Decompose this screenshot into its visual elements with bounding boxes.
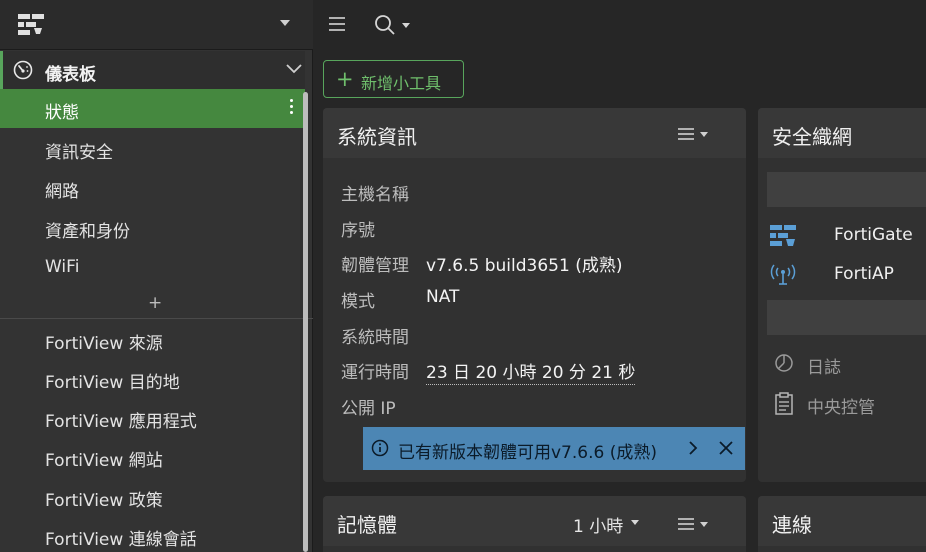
- sidebar-item-assets-identity[interactable]: 資產和身份: [0, 208, 305, 247]
- sidebar-item-label: 資訊安全: [45, 143, 113, 163]
- mode-value: NAT: [426, 287, 460, 307]
- sidebar-item-fortiview-sources[interactable]: FortiView 來源: [0, 320, 305, 359]
- widget-title: 記憶體: [337, 513, 397, 537]
- serial-label: 序號: [341, 221, 375, 241]
- sidebar-item-wifi[interactable]: WiFi: [0, 248, 305, 287]
- sidebar-item-security[interactable]: 資訊安全: [0, 129, 305, 168]
- top-bar: [313, 0, 926, 50]
- widget-title: 系統資訊: [337, 125, 417, 149]
- widget-header: 記憶體 1 小時: [323, 496, 746, 546]
- sidebar-item-fortiview-sessions[interactable]: FortiView 連線會話: [0, 516, 305, 552]
- sidebar-item-label: FortiView 連線會話: [45, 530, 197, 550]
- system-info-widget: 系統資訊 主機名稱 序號 韌體管理 v7.6.5 build3651 (成熟) …: [323, 108, 746, 482]
- sidebar-item-fortiview-destinations[interactable]: FortiView 目的地: [0, 359, 305, 398]
- firmware-update-notification[interactable]: 已有新版本韌體可用v7.6.6 (成熟): [363, 427, 745, 470]
- fortinet-logo: [18, 14, 44, 35]
- add-widget-button[interactable]: + 新增小工具: [323, 60, 464, 98]
- sidebar-section-dashboard[interactable]: 儀表板: [0, 51, 305, 89]
- device-label: FortiGate: [834, 225, 913, 245]
- sidebar-item-label: WiFi: [45, 257, 80, 277]
- sidebar-item-label: FortiView 來源: [45, 334, 163, 354]
- connections-widget: 連線: [758, 496, 926, 552]
- uptime-value[interactable]: 23 日 20 小時 20 分 21 秒: [426, 358, 636, 385]
- device-label: FortiAP: [834, 264, 894, 284]
- sidebar-item-label: FortiView 目的地: [45, 373, 180, 393]
- fabric-section-bar: [767, 300, 926, 335]
- widget-menu-icon[interactable]: [677, 517, 709, 531]
- sidebar-item-fortiview-applications[interactable]: FortiView 應用程式: [0, 398, 305, 437]
- close-icon[interactable]: [717, 439, 735, 457]
- dashboard-gauge-icon: [13, 60, 33, 80]
- sidebar-item-label: 狀態: [45, 103, 79, 123]
- security-fabric-widget: 安全織網 FortiGate FortiAP 日誌 中央控管: [758, 108, 926, 482]
- widget-title: 安全織網: [772, 125, 852, 149]
- sidebar-item-label: FortiView 政策: [45, 491, 163, 511]
- widget-header: 系統資訊: [323, 108, 746, 158]
- sidebar-scrollbar[interactable]: [303, 92, 308, 552]
- notification-text: 已有新版本韌體可用v7.6.6 (成熟): [398, 443, 657, 463]
- firmware-label: 韌體管理: [341, 256, 409, 276]
- brand-dropdown-caret-icon[interactable]: [280, 20, 290, 26]
- caret-down-icon[interactable]: [631, 520, 639, 525]
- add-dashboard-button[interactable]: +: [148, 293, 162, 313]
- sidebar-item-fortiview-policies[interactable]: FortiView 政策: [0, 477, 305, 516]
- plus-icon: +: [336, 67, 354, 91]
- uptime-label: 運行時間: [341, 363, 409, 383]
- hostname-label: 主機名稱: [341, 185, 409, 205]
- sidebar-item-fortiview-websites[interactable]: FortiView 網站: [0, 437, 305, 476]
- hamburger-menu-icon[interactable]: [327, 15, 347, 33]
- brand-bar[interactable]: [0, 0, 313, 50]
- sidebar-item-label: 網路: [45, 182, 79, 202]
- chevron-down-icon[interactable]: [286, 64, 302, 74]
- sidebar-item-label: FortiView 網站: [45, 451, 163, 471]
- more-options-icon[interactable]: [288, 99, 294, 119]
- clipboard-icon: [775, 392, 793, 415]
- sidebar-item-network[interactable]: 網路: [0, 168, 305, 207]
- sidebar-item-label: 資產和身份: [45, 222, 130, 242]
- search-icon[interactable]: [373, 13, 415, 37]
- sidebar-section-label: 儀表板: [45, 65, 96, 85]
- memory-widget: 記憶體 1 小時: [323, 496, 746, 552]
- widget-menu-icon[interactable]: [677, 127, 709, 141]
- firmware-value[interactable]: v7.6.5 build3651 (成熟): [426, 251, 622, 276]
- sidebar-item-label: FortiView 應用程式: [45, 412, 197, 432]
- widget-header: 連線: [758, 496, 926, 546]
- time-range-select[interactable]: 1 小時: [573, 512, 623, 537]
- mode-label: 模式: [341, 292, 375, 312]
- public-ip-label: 公開 IP: [341, 399, 396, 419]
- sidebar: 儀表板 狀態 資訊安全 網路 資產和身份 WiFi + FortiView 來源…: [0, 0, 313, 552]
- widget-header: 安全織網: [758, 108, 926, 158]
- add-widget-label: 新增小工具: [361, 74, 442, 93]
- wifi-ap-icon: [770, 264, 796, 285]
- widget-title: 連線: [772, 513, 812, 537]
- chevron-right-icon[interactable]: [683, 438, 703, 458]
- divider: [0, 318, 313, 319]
- pie-chart-icon: [775, 354, 793, 372]
- sidebar-item-status[interactable]: 狀態: [0, 89, 305, 128]
- system-time-label: 系統時間: [341, 328, 409, 348]
- service-label: 日誌: [807, 358, 841, 378]
- info-icon: [371, 439, 389, 457]
- fabric-topology-bar: [767, 172, 926, 207]
- fortigate-icon: [770, 225, 796, 246]
- service-label: 中央控管: [807, 398, 875, 418]
